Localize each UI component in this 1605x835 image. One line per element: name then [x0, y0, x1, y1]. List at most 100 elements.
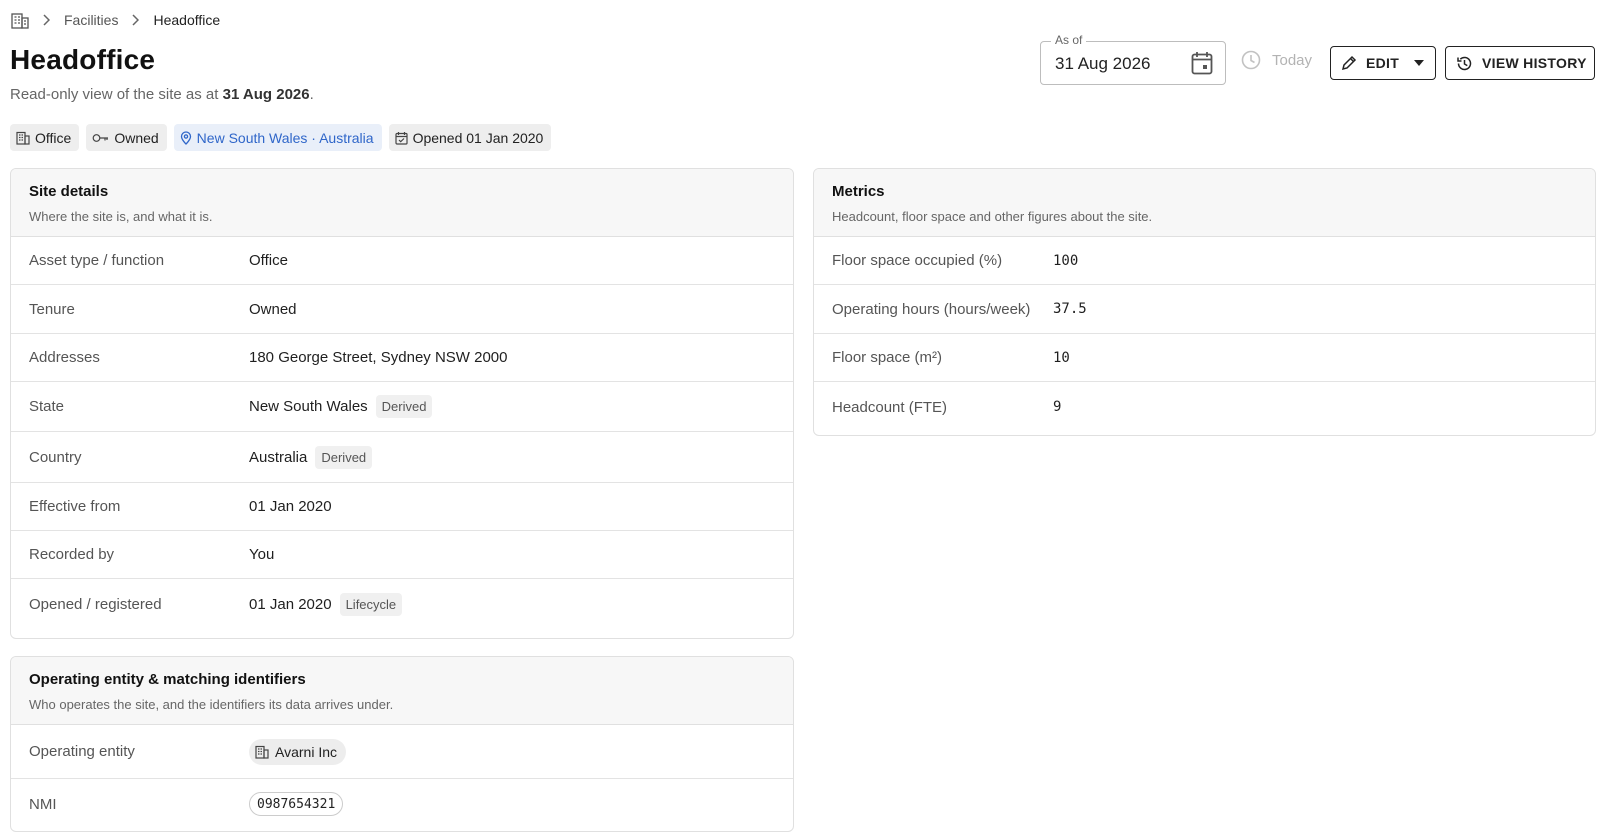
- detail-label: Tenure: [29, 300, 75, 318]
- metric-value: 100: [1053, 252, 1079, 269]
- metrics-title: Metrics: [832, 183, 885, 200]
- edit-button-label: EDIT: [1366, 55, 1400, 71]
- site-details-card: Site details Where the site is, and what…: [10, 168, 794, 639]
- detail-row-state: State New South Wales Derived: [11, 382, 793, 432]
- detail-value: 180 George Street, Sydney NSW 2000: [249, 349, 508, 366]
- detail-row-tenure: Tenure Owned: [11, 285, 793, 334]
- detail-value: Office: [249, 252, 288, 269]
- operating-entity-header: Operating entity & matching identifiers …: [11, 657, 793, 725]
- detail-value: New South Wales: [249, 398, 368, 415]
- breadcrumb-current: Headoffice: [153, 12, 221, 28]
- metric-value: 9: [1053, 399, 1062, 415]
- view-history-label: VIEW HISTORY: [1482, 55, 1587, 71]
- detail-label: Effective from: [29, 498, 121, 515]
- as-of-date-field[interactable]: As of 31 Aug 2026: [1040, 33, 1226, 85]
- building-icon: [16, 131, 30, 145]
- tenure-chip: Owned: [86, 124, 167, 151]
- metric-value: 10: [1053, 349, 1070, 366]
- detail-row-asset-type: Asset type / function Office: [11, 237, 793, 285]
- detail-label: Asset type / function: [29, 252, 165, 269]
- nmi-label: NMI: [29, 795, 57, 813]
- nmi-identifier-chip: 0987654321: [249, 792, 344, 816]
- detail-row-opened: Opened / registered 01 Jan 2020 Lifecycl…: [11, 579, 793, 629]
- building-icon[interactable]: [11, 12, 29, 29]
- opened-chip: Opened 01 Jan 2020: [388, 124, 552, 151]
- building-icon: [255, 745, 269, 759]
- detail-row-recorded-by: Recorded by You: [11, 531, 793, 579]
- operating-entity-description: Who operates the site, and the identifie…: [29, 697, 394, 712]
- detail-value: 01 Jan 2020: [249, 595, 332, 613]
- detail-label: State: [29, 398, 65, 415]
- edit-button[interactable]: EDIT: [1330, 46, 1436, 80]
- today-button-label: Today: [1272, 51, 1313, 69]
- detail-value: 01 Jan 2020: [249, 498, 332, 515]
- key-icon: [92, 132, 109, 144]
- page-subtitle: Read-only view of the site as at 31 Aug …: [10, 86, 314, 103]
- site-details-title: Site details: [29, 183, 109, 200]
- history-icon: [1456, 55, 1473, 72]
- metric-row-operating-hours: Operating hours (hours/week) 37.5: [814, 285, 1595, 334]
- site-summary-chips: Office Owned New South Wales · Australia…: [10, 124, 552, 151]
- metric-row-floor-space-occupied: Floor space occupied (%) 100: [814, 237, 1595, 285]
- metrics-description: Headcount, floor space and other figures…: [832, 209, 1153, 224]
- breadcrumb: Facilities Headoffice: [11, 10, 220, 30]
- metrics-header: Metrics Headcount, floor space and other…: [814, 169, 1595, 237]
- metrics-card: Metrics Headcount, floor space and other…: [813, 168, 1596, 436]
- detail-value-group: New South Wales Derived: [249, 395, 433, 418]
- opened-chip-label: Opened 01 Jan 2020: [412, 129, 544, 146]
- nmi-value: 0987654321: [249, 792, 344, 816]
- tenure-chip-label: Owned: [114, 129, 159, 146]
- calendar-icon: [394, 131, 408, 145]
- detail-value: Australia: [249, 448, 308, 466]
- detail-value-group: Australia Derived: [249, 445, 373, 469]
- detail-value: Owned: [249, 300, 297, 318]
- metric-label: Floor space (m²): [832, 349, 943, 366]
- detail-label: Addresses: [29, 349, 100, 366]
- site-details-description: Where the site is, and what it is.: [29, 209, 213, 224]
- calendar-icon[interactable]: [1191, 51, 1213, 75]
- page-title: Headoffice: [10, 44, 156, 75]
- detail-row-country: Country Australia Derived: [11, 432, 793, 483]
- subtitle-date: 31 Aug 2026: [222, 86, 310, 103]
- metric-row-headcount: Headcount (FTE) 9: [814, 382, 1595, 432]
- operating-entity-card: Operating entity & matching identifiers …: [10, 656, 794, 832]
- subtitle-suffix: .: [309, 86, 314, 103]
- subtitle-prefix: Read-only view of the site as at: [10, 86, 223, 103]
- view-history-button[interactable]: VIEW HISTORY: [1445, 46, 1595, 80]
- asset-type-chip-label: Office: [35, 129, 72, 146]
- caret-down-icon[interactable]: [1414, 60, 1425, 66]
- metric-value: 37.5: [1053, 301, 1087, 317]
- metric-label: Headcount (FTE): [832, 398, 948, 416]
- entity-label: Operating entity: [29, 743, 135, 760]
- operating-entity-chip[interactable]: Avarni Inc: [249, 738, 346, 765]
- metric-row-floor-space: Floor space (m²) 10: [814, 334, 1595, 382]
- breadcrumb-facilities-link[interactable]: Facilities: [64, 12, 118, 28]
- location-chip-label: New South Wales · Australia: [196, 129, 374, 146]
- as-of-label: As of: [1051, 33, 1087, 47]
- location-chip[interactable]: New South Wales · Australia: [173, 124, 382, 151]
- detail-row-addresses: Addresses 180 George Street, Sydney NSW …: [11, 334, 793, 382]
- location-pin-icon: [180, 130, 192, 145]
- derived-badge: Derived: [375, 395, 433, 418]
- chevron-right-icon: [131, 14, 140, 26]
- site-details-header: Site details Where the site is, and what…: [11, 169, 793, 237]
- derived-badge: Derived: [315, 445, 373, 469]
- pencil-icon: [1341, 55, 1357, 71]
- today-button[interactable]: Today: [1241, 50, 1312, 70]
- metric-label: Operating hours (hours/week): [832, 300, 1031, 318]
- detail-label: Country: [29, 448, 82, 466]
- clock-icon: [1241, 50, 1261, 70]
- entity-value: Avarni Inc: [249, 738, 346, 765]
- operating-entity-name: Avarni Inc: [275, 743, 337, 760]
- detail-row-effective-from: Effective from 01 Jan 2020: [11, 483, 793, 531]
- nmi-row: NMI 0987654321: [11, 779, 793, 829]
- operating-entity-title: Operating entity & matching identifiers: [29, 671, 306, 688]
- detail-label: Recorded by: [29, 546, 115, 563]
- entity-row: Operating entity Avarni Inc: [11, 725, 793, 779]
- lifecycle-badge: Lifecycle: [339, 592, 403, 616]
- as-of-value[interactable]: 31 Aug 2026: [1055, 54, 1150, 74]
- asset-type-chip: Office: [10, 124, 80, 151]
- chevron-right-icon: [42, 14, 50, 26]
- detail-value-group: 01 Jan 2020 Lifecycle: [249, 592, 403, 616]
- detail-label: Opened / registered: [29, 595, 162, 613]
